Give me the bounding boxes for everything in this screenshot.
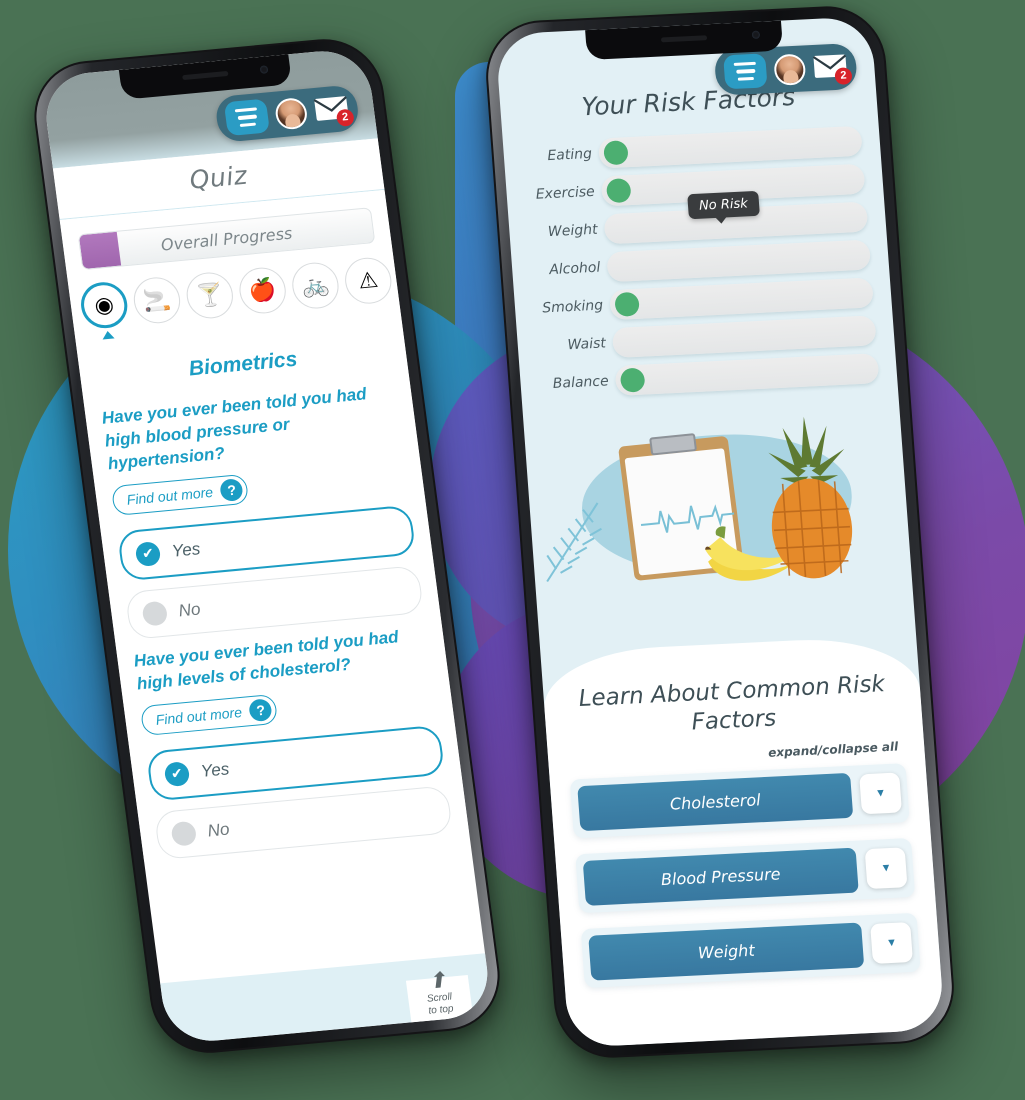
checkmark-icon: ✔ [163, 760, 191, 787]
risk-factor-label: Smoking [541, 297, 604, 317]
answer-option-label: Yes [170, 539, 202, 561]
risk-factor-bar [614, 353, 880, 396]
scroll-up-arrow-icon: ⬆ [426, 966, 448, 994]
menu-icon[interactable] [223, 98, 271, 137]
answer-option-label: No [177, 599, 202, 621]
question-block: Have you ever been told you had high blo… [100, 381, 425, 640]
avatar[interactable] [273, 96, 309, 131]
left-footer-bar: ⬆ Scroll to top [160, 953, 494, 1045]
progress-label: Overall Progress [159, 223, 294, 255]
learn-title: Learn About Common Risk Factors [577, 671, 886, 736]
menu-icon[interactable] [723, 53, 768, 90]
risk-factor-label: Waist [566, 335, 607, 354]
risk-factor-bar [611, 315, 877, 359]
speaker-icon [181, 70, 229, 81]
exercise-icon: 🚲 [289, 260, 342, 311]
help-question-icon: ? [248, 697, 274, 722]
accordion-button-weight[interactable]: Weight [588, 921, 865, 981]
risk-factor-bar [606, 239, 872, 283]
speaker-icon [660, 35, 707, 43]
front-camera-icon [259, 65, 269, 74]
find-out-more-button[interactable]: Find out more? [139, 693, 279, 736]
phone-left: 2 Quiz Overall Progress ◉ 🚬 🍸 🍎 🚲 ⚠ Biometric… [27, 34, 507, 1058]
fern-leaf-icon [546, 502, 602, 583]
risk-marker-dot [617, 330, 643, 355]
risk-factor-label: Alcohol [548, 259, 601, 279]
risk-factor-label: Exercise [535, 183, 596, 203]
alcohol-icon: 🍸 [183, 270, 236, 321]
more-icon [395, 250, 447, 301]
answer-option-label: No [206, 819, 231, 841]
find-out-more-label: Find out more [125, 483, 214, 508]
accordion-row: Cholesterol ▼ [569, 762, 910, 838]
question-list: Have you ever been told you had high blo… [101, 381, 453, 860]
find-out-more-label: Find out more [154, 703, 243, 728]
risk-factor-bar [608, 277, 874, 321]
smoking-icon: 🚬 [131, 275, 183, 326]
accordion-button-cholesterol[interactable]: Cholesterol [577, 772, 854, 831]
radio-empty-icon [141, 600, 169, 627]
risk-warning-icon: ⚠ [342, 255, 395, 306]
risk-marker-dot [609, 216, 635, 241]
help-question-icon: ? [219, 477, 245, 502]
left-phone-screen: 2 Quiz Overall Progress ◉ 🚬 🍸 🍎 🚲 ⚠ Biometric… [40, 47, 494, 1045]
risk-factor-bar [597, 125, 863, 169]
category-icon-risk-warning[interactable]: ⚠ [342, 255, 395, 306]
quiz-body: Biometrics Have you ever been told you h… [75, 313, 469, 862]
risk-marker-dot [614, 291, 640, 317]
phone-right: 2 Your Risk Factors Eating Exercise Weight… [482, 3, 958, 1061]
risk-factor-list: Eating Exercise Weight No Risk Alcohol Smokin… [503, 119, 898, 401]
find-out-more-button[interactable]: Find out more? [110, 473, 250, 516]
unread-badge: 2 [335, 108, 355, 127]
answer-option-label: Yes [199, 759, 231, 781]
accordion-row: Weight ▼ [580, 912, 921, 988]
risk-marker-dot [619, 367, 646, 393]
category-icon-exercise[interactable]: 🚲 [289, 260, 342, 311]
category-icon-eating[interactable]: 🍎 [236, 265, 289, 316]
accordion-row: Blood Pressure ▼ [575, 837, 916, 913]
checkmark-icon: ✔ [134, 540, 162, 567]
category-icon-more[interactable] [395, 250, 447, 301]
category-icon-biometrics[interactable]: ◉ [78, 280, 131, 341]
mail-icon[interactable]: 2 [812, 52, 853, 85]
avatar[interactable] [773, 52, 807, 86]
risk-factor-label: Weight [547, 221, 599, 241]
section-title: Biometrics [187, 347, 299, 381]
front-camera-icon [751, 30, 760, 40]
question-text: Have you ever been told you had high blo… [100, 384, 368, 474]
question-block: Have you ever been told you had high lev… [133, 623, 453, 860]
category-icon-alcohol[interactable]: 🍸 [183, 270, 236, 321]
risk-factor-label: Balance [552, 373, 610, 393]
mockup-stage: 2 Quiz Overall Progress ◉ 🚬 🍸 🍎 🚲 ⚠ Biometric… [0, 0, 1025, 1100]
no-risk-tooltip: No Risk [687, 190, 760, 220]
risk-marker-dot [611, 254, 637, 279]
chevron-down-icon[interactable]: ▼ [864, 847, 908, 890]
risk-marker-dot [605, 178, 632, 204]
scroll-to-top-line2: to top [427, 1002, 455, 1017]
chevron-down-icon[interactable]: ▼ [870, 922, 914, 964]
eating-icon: 🍎 [236, 265, 289, 316]
learn-section: Learn About Common Risk Factors expand/c… [540, 634, 946, 1048]
right-phone-screen: 2 Your Risk Factors Eating Exercise Weight… [494, 16, 946, 1048]
progress-fill [78, 231, 122, 270]
risk-factor-label: Eating [546, 145, 593, 165]
unread-badge: 2 [834, 67, 853, 85]
risk-marker-dot [603, 140, 629, 166]
scroll-to-top-button[interactable]: ⬆ Scroll to top [405, 967, 474, 1023]
accordion-button-blood-pressure[interactable]: Blood Pressure [582, 847, 859, 906]
biometrics-icon: ◉ [78, 280, 131, 331]
mail-icon[interactable]: 2 [313, 94, 355, 127]
accordion-list: Cholesterol ▼ Blood Pressure ▼ Weight ▼ [569, 762, 921, 988]
chevron-down-icon[interactable]: ▼ [859, 772, 903, 815]
pineapple-icon [768, 416, 853, 579]
category-icon-smoking[interactable]: 🚬 [131, 275, 183, 326]
health-illustration [522, 390, 912, 608]
radio-empty-icon [170, 820, 198, 847]
